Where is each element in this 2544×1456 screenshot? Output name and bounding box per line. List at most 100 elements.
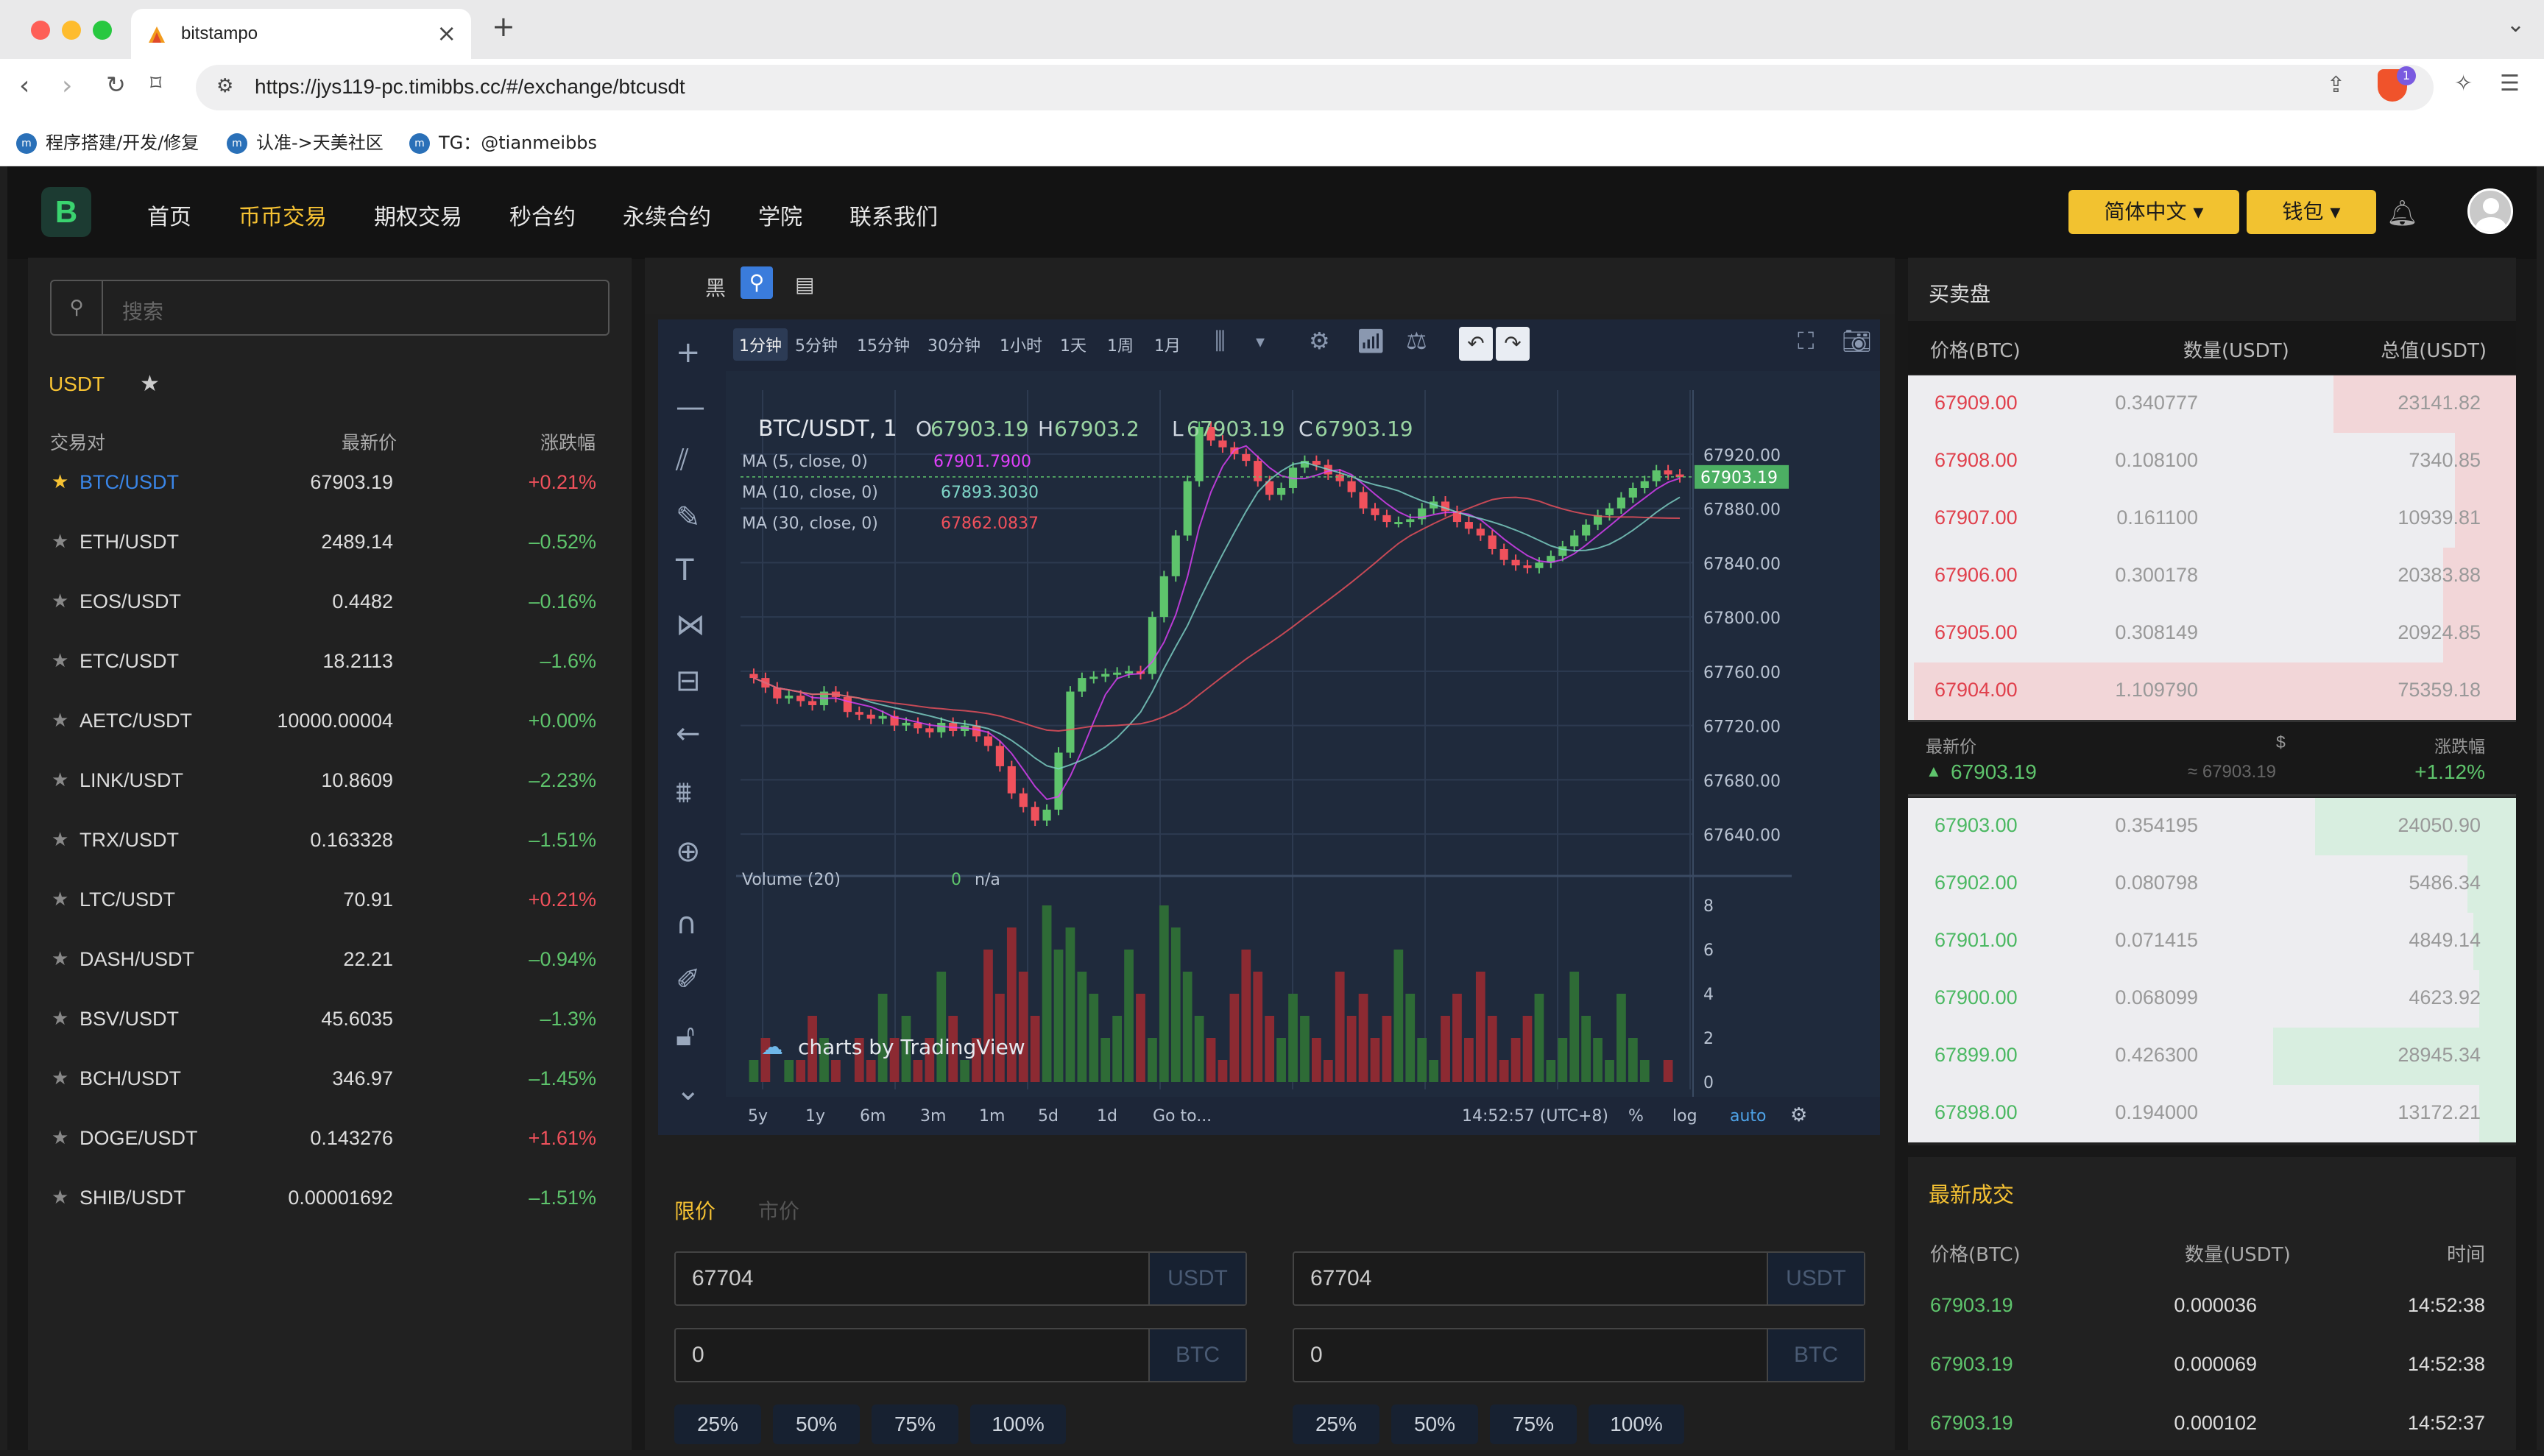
favorite-star-icon[interactable]: ★ xyxy=(52,650,68,672)
favorite-star-icon[interactable]: ★ xyxy=(52,590,68,612)
settings-gear-icon[interactable]: ⚙ xyxy=(1309,327,1330,355)
tab-list-chevron-icon[interactable]: ⌄ xyxy=(2506,12,2525,38)
favorite-star-icon[interactable]: ★ xyxy=(52,948,68,970)
url-text[interactable]: https://jys119-pc.timibbs.cc/#/exchange/… xyxy=(255,75,685,99)
pair-row[interactable]: ★ ETC/USDT 18.2113 –1.6% xyxy=(28,632,632,692)
sell-pct-25[interactable]: 25% xyxy=(1293,1404,1379,1444)
ask-row[interactable]: 67908.00 0.108100 7340.85 xyxy=(1908,433,2516,490)
wallet-button[interactable]: 钱包 ▾ xyxy=(2247,190,2376,234)
search-input[interactable]: ⚲ 搜索 xyxy=(50,280,610,336)
nav-home[interactable]: 首页 xyxy=(147,199,191,231)
lock-icon[interactable]: 🔓︎ xyxy=(676,1019,695,1053)
pair-row[interactable]: ★ BTC/USDT 67903.19 +0.21% xyxy=(28,453,632,513)
ask-row[interactable]: 67907.00 0.161100 10939.81 xyxy=(1908,490,2516,548)
zoom-icon[interactable]: ⊕ xyxy=(676,835,701,869)
trendline-icon[interactable]: — xyxy=(676,390,705,424)
favorite-star-icon[interactable]: ★ xyxy=(52,1067,68,1089)
bid-row[interactable]: 67901.00 0.071415 4849.14 xyxy=(1908,913,2516,970)
pencil-lock-icon[interactable]: ✐ xyxy=(676,963,701,997)
interval-30m[interactable]: 30分钟 xyxy=(928,333,981,356)
redo-icon[interactable]: ↷ xyxy=(1496,327,1530,361)
address-bar[interactable]: ⚙ https://jys119-pc.timibbs.cc/#/exchang… xyxy=(196,65,2434,110)
pattern-icon[interactable]: ⋈ xyxy=(676,608,705,642)
magnet-icon[interactable]: ∩ xyxy=(676,907,697,941)
range-5y[interactable]: 5y xyxy=(748,1107,768,1125)
auto-toggle[interactable]: auto xyxy=(1730,1107,1767,1125)
bookmark-item[interactable]: m TG：@tianmeibbs xyxy=(409,128,597,154)
text-tool-icon[interactable]: T xyxy=(676,554,693,587)
buy-pct-100[interactable]: 100% xyxy=(970,1404,1066,1444)
range-1y[interactable]: 1y xyxy=(805,1107,825,1125)
site-logo[interactable]: B xyxy=(41,187,91,237)
brush-icon[interactable]: ✎ xyxy=(676,501,701,534)
range-5d[interactable]: 5d xyxy=(1038,1107,1059,1125)
sell-amount-value[interactable]: 0 xyxy=(1310,1343,1323,1368)
buy-pct-75[interactable]: 75% xyxy=(872,1404,958,1444)
bookmark-icon[interactable]: ⌑ xyxy=(150,71,161,96)
pair-row[interactable]: ★ TRX/USDT 0.163328 –1.51% xyxy=(28,811,632,871)
camera-icon[interactable]: 📷︎ xyxy=(1842,327,1872,355)
bid-row[interactable]: 67902.00 0.080798 5486.34 xyxy=(1908,855,2516,913)
forward-button[interactable]: › xyxy=(62,71,72,101)
close-tab-icon[interactable]: × xyxy=(437,19,456,47)
chevron-down-icon[interactable]: ⌄ xyxy=(676,1073,701,1107)
favorite-star-icon[interactable]: ★ xyxy=(52,888,68,911)
chart-clock[interactable]: 14:52:57 (UTC+8) xyxy=(1462,1107,1608,1125)
compare-icon[interactable]: ⚖ xyxy=(1406,327,1427,355)
bookmark-item[interactable]: m 认准->天美社区 xyxy=(227,128,384,154)
ask-row[interactable]: 67904.00 1.109790 75359.18 xyxy=(1908,662,2516,720)
buy-amount-value[interactable]: 0 xyxy=(692,1343,704,1368)
fib-icon[interactable]: ⫽ xyxy=(676,443,689,477)
range-3m[interactable]: 3m xyxy=(920,1107,946,1125)
nav-spot-trading[interactable]: 币币交易 xyxy=(239,199,327,231)
favorite-star-icon[interactable]: ★ xyxy=(52,769,68,791)
depth-icon[interactable]: ▤ xyxy=(795,272,814,297)
price-chart-svg[interactable]: 67920.00 67880.00 67840.00 67800.00 67760.00… xyxy=(736,390,1792,1122)
site-settings-icon[interactable]: ⚙ xyxy=(216,75,233,97)
user-avatar[interactable] xyxy=(2467,188,2513,234)
buy-pct-50[interactable]: 50% xyxy=(773,1404,860,1444)
pair-row[interactable]: ★ DOGE/USDT 0.143276 +1.61% xyxy=(28,1109,632,1169)
interval-1h[interactable]: 1小时 xyxy=(1000,333,1042,356)
pair-row[interactable]: ★ BCH/USDT 346.97 –1.45% xyxy=(28,1050,632,1109)
buy-price-input[interactable]: 67704 USDT xyxy=(674,1251,1247,1306)
pair-row[interactable]: ★ DASH/USDT 22.21 –0.94% xyxy=(28,930,632,990)
goto-button[interactable]: Go to... xyxy=(1153,1107,1212,1125)
close-window-button[interactable] xyxy=(31,21,50,40)
bid-row[interactable]: 67903.00 0.354195 24050.90 xyxy=(1908,798,2516,855)
new-tab-button[interactable]: + xyxy=(492,10,515,43)
candle-type-icon[interactable]: ⫼ xyxy=(1215,327,1226,356)
ask-row[interactable]: 67909.00 0.340777 23141.82 xyxy=(1908,375,2516,433)
favorite-star-icon[interactable]: ★ xyxy=(52,829,68,851)
measure-icon[interactable]: ⊟ xyxy=(676,664,701,698)
browser-tab[interactable]: bitstampo × xyxy=(131,9,471,59)
nav-perpetual[interactable]: 永续合约 xyxy=(623,199,711,231)
favorite-star-icon[interactable]: ★ xyxy=(52,471,68,493)
indicator-icon[interactable]: ⩩ xyxy=(676,776,691,810)
bid-row[interactable]: 67898.00 0.194000 13172.21 xyxy=(1908,1085,2516,1142)
reload-button[interactable]: ↻ xyxy=(106,71,126,99)
ask-row[interactable]: 67905.00 0.308149 20924.85 xyxy=(1908,605,2516,662)
buy-pct-25[interactable]: 25% xyxy=(674,1404,761,1444)
chart-settings-gear-icon[interactable]: ⚙ xyxy=(1790,1104,1807,1126)
sell-pct-75[interactable]: 75% xyxy=(1490,1404,1577,1444)
nav-contact[interactable]: 联系我们 xyxy=(849,199,938,231)
tab-limit[interactable]: 限价 xyxy=(674,1195,716,1225)
favorite-star-icon[interactable]: ★ xyxy=(52,1127,68,1149)
bid-row[interactable]: 67900.00 0.068099 4623.92 xyxy=(1908,970,2516,1028)
back-arrow-icon[interactable]: ← xyxy=(676,717,701,751)
interval-1m[interactable]: 1分钟 xyxy=(733,328,788,361)
favorite-star-icon[interactable]: ★ xyxy=(52,1187,68,1209)
nav-options[interactable]: 期权交易 xyxy=(374,199,462,231)
range-1m[interactable]: 1m xyxy=(979,1107,1005,1125)
tab-favorites-star-icon[interactable]: ★ xyxy=(140,371,160,397)
tab-market[interactable]: 市价 xyxy=(758,1195,799,1225)
pair-row[interactable]: ★ EOS/USDT 0.4482 –0.16% xyxy=(28,573,632,632)
range-1d[interactable]: 1d xyxy=(1097,1107,1117,1125)
bid-row[interactable]: 67899.00 0.426300 28945.34 xyxy=(1908,1028,2516,1085)
pin-icon[interactable]: ⚲ xyxy=(741,266,773,299)
buy-amount-input[interactable]: 0 BTC xyxy=(674,1328,1247,1382)
interval-1w[interactable]: 1周 xyxy=(1107,333,1134,356)
tab-usdt[interactable]: USDT xyxy=(49,372,105,396)
minimize-window-button[interactable] xyxy=(62,21,81,40)
